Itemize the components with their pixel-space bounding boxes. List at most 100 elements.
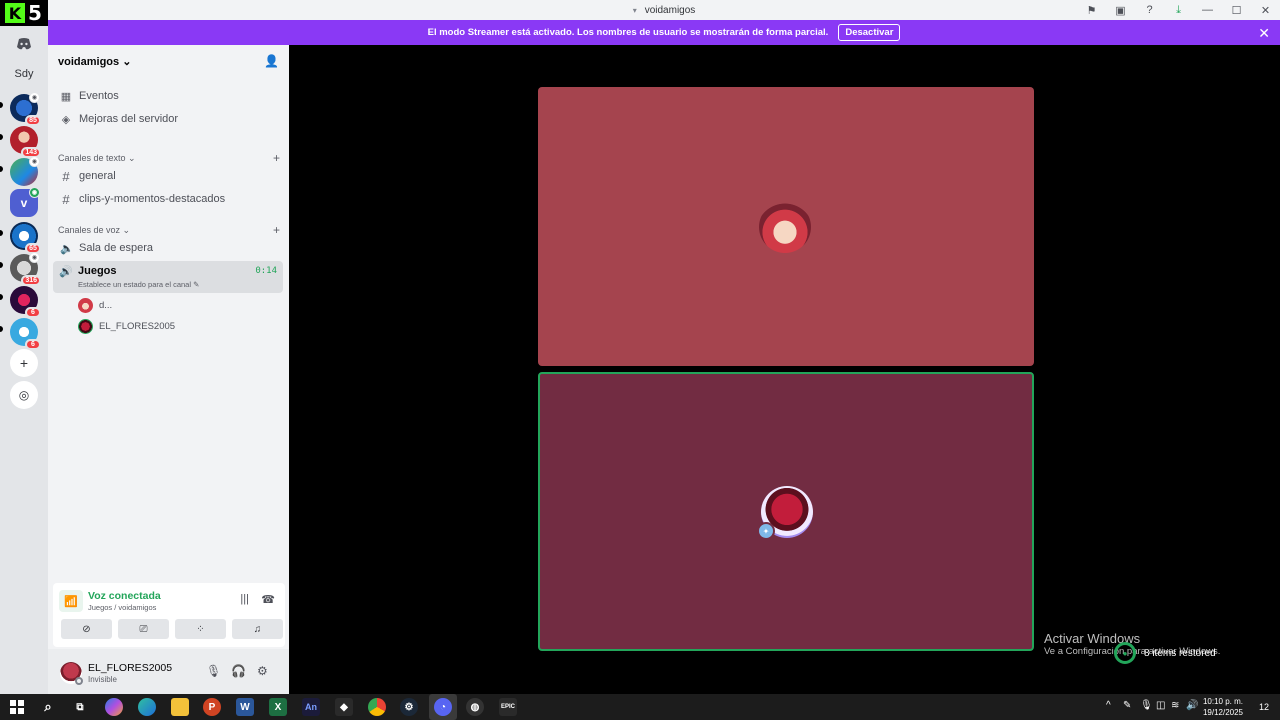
inbox-icon[interactable]: ▣: [1106, 4, 1135, 17]
discord-window: K 5 ▾ voidamigos ⚑ ▣ ? ⤓ — ☐ ✕ El modo S…: [0, 0, 1280, 694]
voice-channel-juegos[interactable]: 🔊 Juegos 0:14 Establece un estado para e…: [53, 261, 283, 293]
discord-home-icon[interactable]: [10, 30, 38, 58]
deactivate-button[interactable]: Desactivar: [838, 24, 901, 41]
server-sdy[interactable]: Sdy: [8, 63, 40, 85]
participant-tile-2-speaking[interactable]: ✦: [538, 372, 1034, 651]
invite-user-icon[interactable]: 👤: [264, 54, 279, 68]
speaker-icon: ◉: [29, 92, 40, 103]
search-icon[interactable]: ⌕: [39, 698, 57, 716]
hash-icon: #: [62, 191, 70, 207]
voice-stage: ✦ Activar Windows Ve a Configuración par…: [289, 45, 1280, 694]
voice-user-2[interactable]: EL_FLORES2005: [78, 316, 175, 336]
chevron-down-icon: ⌄: [122, 55, 132, 68]
voice-user-name: d...: [99, 299, 113, 311]
restored-text: 8 items restored: [1144, 647, 1216, 659]
headphones-icon[interactable]: 🎧: [231, 664, 246, 678]
title-chevron-icon: ▾: [632, 5, 637, 15]
title-bar-controls: ⚑ ▣ ? ⤓ — ☐ ✕: [1077, 0, 1280, 20]
tray-app-icon[interactable]: ✎: [1123, 700, 1131, 711]
server-name: voidamigos: [58, 55, 120, 68]
server-icon-5[interactable]: 65: [10, 222, 41, 254]
davinci-icon[interactable]: ◆: [335, 698, 353, 716]
help-icon[interactable]: ?: [1135, 4, 1164, 16]
restore-spinner-icon: ●: [1114, 642, 1136, 664]
file-explorer-icon[interactable]: [171, 698, 189, 716]
server-icon-2[interactable]: 143: [10, 126, 41, 158]
voice-connected-subtitle[interactable]: Juegos / voidamigos: [88, 603, 156, 612]
word-icon[interactable]: W: [236, 698, 254, 716]
signal-icon[interactable]: 📶: [59, 590, 83, 612]
unread-pill: [0, 166, 3, 172]
discord-taskbar-icon[interactable]: ◔: [434, 698, 452, 716]
add-text-channel-icon[interactable]: +: [273, 151, 280, 165]
soundboard-button[interactable]: ♫: [232, 619, 283, 639]
microphone-icon[interactable]: 🎙: [206, 664, 221, 678]
banner-message: El modo Streamer está activado. Los nomb…: [427, 27, 829, 38]
voice-channels-category[interactable]: Canales de voz ⌄ +: [58, 223, 280, 237]
server-icon-voidamigos[interactable]: v ◉: [10, 187, 40, 217]
task-view-icon[interactable]: ⧉: [71, 698, 89, 716]
voice-channel-sala[interactable]: 🔈 Sala de espera: [53, 237, 283, 259]
obs-icon[interactable]: ◍: [466, 698, 484, 716]
tray-app-icon-2[interactable]: ◫: [1156, 700, 1165, 711]
server-boosts-item[interactable]: ◈ Mejoras del servidor: [53, 108, 283, 130]
camera-off-button[interactable]: ⊘: [61, 619, 112, 639]
close-window-button[interactable]: ✕: [1251, 4, 1280, 17]
mention-badge: 85: [25, 115, 41, 126]
animate-icon[interactable]: An: [302, 698, 320, 716]
maximize-button[interactable]: ☐: [1222, 4, 1251, 17]
edge-icon[interactable]: [138, 698, 156, 716]
explore-icon[interactable]: ◎: [10, 381, 38, 409]
channel-status-prompt[interactable]: Establece un estado para el canal ✎: [78, 280, 199, 289]
excel-icon[interactable]: X: [269, 698, 287, 716]
server-icon-3[interactable]: ◉: [10, 156, 40, 186]
kick-logo: K 5: [0, 0, 48, 26]
voice-timer: 0:14: [255, 266, 277, 276]
powerpoint-icon[interactable]: P: [203, 698, 221, 716]
participant-tile-1[interactable]: [538, 87, 1034, 366]
boost-icon: ◈: [61, 113, 71, 126]
server-icon-8[interactable]: 6: [10, 318, 41, 350]
decoration-icon: ✦: [757, 522, 775, 540]
steam-icon[interactable]: ⚙: [400, 698, 418, 716]
logo-number: 5: [28, 1, 42, 25]
wifi-icon[interactable]: ≋: [1171, 700, 1179, 711]
add-voice-channel-icon[interactable]: +: [273, 223, 280, 237]
copilot-icon[interactable]: [105, 698, 123, 716]
voice-user-1[interactable]: d...: [78, 295, 112, 315]
channel-general[interactable]: # general: [53, 165, 283, 187]
channel-label: Sala de espera: [79, 242, 153, 254]
noise-suppression-icon[interactable]: |||: [240, 593, 249, 605]
flag-icon[interactable]: ⚑: [1077, 4, 1106, 17]
unread-pill: [0, 102, 3, 108]
server-icon-7[interactable]: 6: [10, 286, 41, 318]
window-title: voidamigos: [644, 4, 696, 16]
epic-games-icon[interactable]: EPIC: [499, 698, 517, 716]
title-bar: ▾ voidamigos ⚑ ▣ ? ⤓ — ☐ ✕: [48, 0, 1280, 20]
windows-start-icon[interactable]: [8, 698, 26, 716]
taskbar-clock[interactable]: 10:10 p. m. 19/12/2025: [1196, 696, 1250, 718]
chrome-icon[interactable]: [368, 698, 386, 716]
activities-button[interactable]: ⁘: [175, 619, 226, 639]
unread-pill: [0, 326, 3, 332]
add-server-icon[interactable]: +: [10, 349, 38, 377]
server-icon-1[interactable]: ◉ 85: [10, 92, 41, 126]
tray-chevron-up-icon[interactable]: ^: [1106, 700, 1111, 711]
tray-microphone-icon[interactable]: 🎙: [1140, 700, 1153, 711]
settings-gear-icon[interactable]: ⚙: [257, 664, 268, 678]
events-item[interactable]: ▦ Eventos: [53, 85, 283, 107]
user-name[interactable]: EL_FLORES2005: [88, 662, 172, 674]
minimize-button[interactable]: —: [1193, 4, 1222, 16]
text-channels-category[interactable]: Canales de texto ⌄ +: [58, 151, 280, 165]
download-icon[interactable]: ⤓: [1164, 4, 1193, 17]
items-restored-toast: ● 8 items restored: [1114, 642, 1216, 664]
unread-pill: [0, 294, 3, 300]
server-icon-6[interactable]: ◉ 316: [10, 252, 41, 286]
screen-share-button[interactable]: ⎚: [118, 619, 169, 639]
server-header[interactable]: voidamigos ⌄ 👤: [48, 45, 289, 77]
notifications-badge[interactable]: 12: [1256, 699, 1272, 715]
banner-close-icon[interactable]: ✕: [1258, 25, 1270, 42]
disconnect-icon[interactable]: ☎: [261, 593, 275, 606]
streamer-mode-banner: El modo Streamer está activado. Los nomb…: [48, 20, 1280, 45]
channel-clips[interactable]: # clips-y-momentos-destacados: [53, 188, 283, 210]
